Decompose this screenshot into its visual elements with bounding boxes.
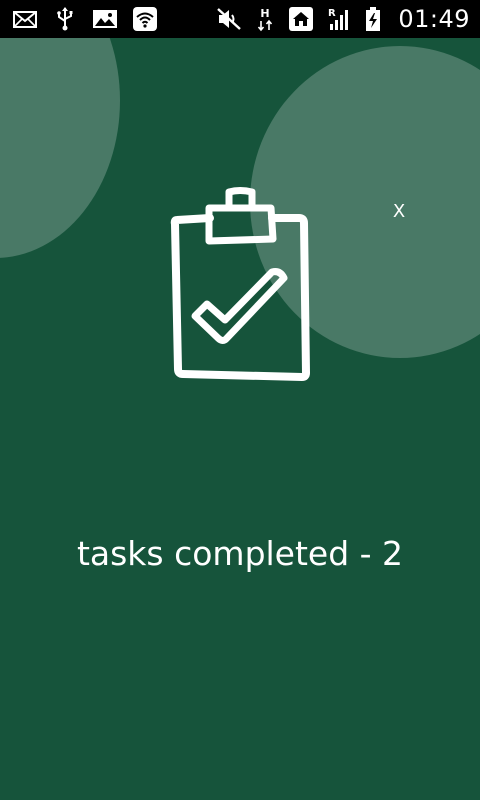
mail-icon — [12, 6, 38, 32]
signal-roaming-icon: R — [324, 6, 350, 32]
main-content: X tasks completed - 2 — [0, 38, 480, 800]
wifi-icon — [132, 6, 158, 32]
data-h-label: H — [261, 7, 270, 20]
data-h-icon: H — [252, 6, 278, 32]
vibrate-off-icon — [216, 6, 242, 32]
status-time: 01:49 — [398, 5, 470, 33]
image-icon — [92, 6, 118, 32]
decorative-bubble-left — [0, 38, 120, 258]
usb-icon — [52, 6, 78, 32]
clipboard-check-icon — [170, 187, 310, 381]
status-right-icons: H R 01:49 — [216, 0, 470, 38]
close-button[interactable]: X — [384, 196, 414, 226]
home-icon — [288, 6, 314, 32]
app-screen: H R 01:49 X tasks completed - 2 — [0, 0, 480, 800]
status-left-icons — [12, 0, 158, 38]
roaming-label: R — [328, 8, 336, 19]
tasks-completed-message: tasks completed - 2 — [76, 534, 404, 573]
battery-charging-icon — [360, 6, 386, 32]
status-bar: H R 01:49 — [0, 0, 480, 38]
